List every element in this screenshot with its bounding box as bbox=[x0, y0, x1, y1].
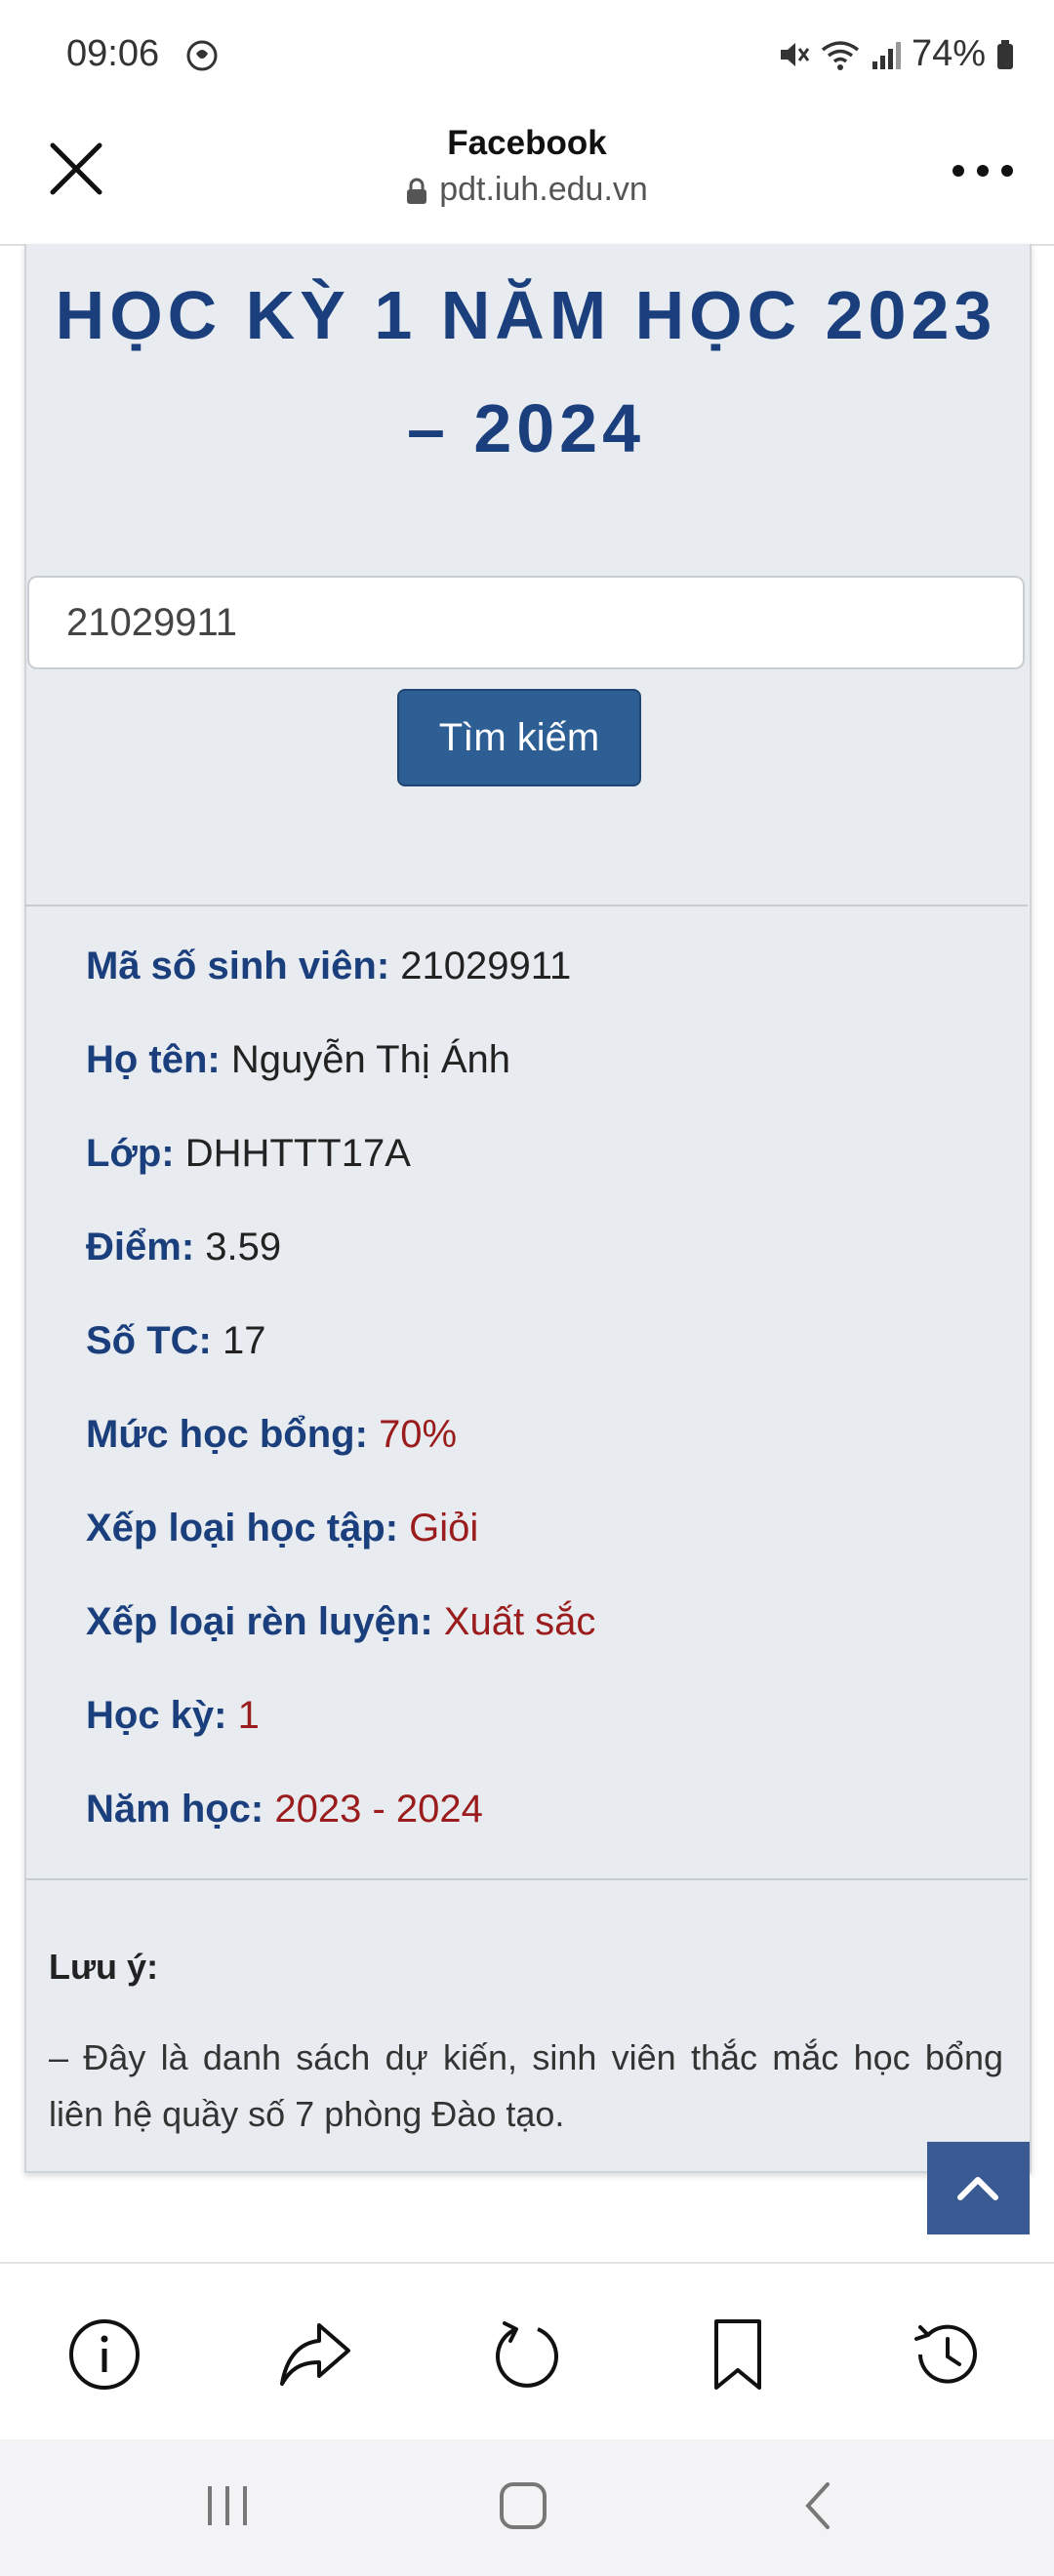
info-icon[interactable] bbox=[67, 2317, 142, 2392]
url-display[interactable]: pdt.iuh.edu.vn bbox=[0, 171, 1054, 209]
info-value: 17 bbox=[223, 1319, 266, 1362]
status-time: 09:06 bbox=[66, 33, 160, 74]
info-value: Nguyễn Thị Ánh bbox=[230, 1038, 511, 1081]
note-title: Lưu ý: bbox=[49, 1947, 159, 1987]
note-text: – Đây là danh sách dự kiến, sinh viên th… bbox=[49, 2037, 1003, 2134]
page-heading: HỌC KỲ 1 NĂM HỌC 2023 – 2024 bbox=[55, 277, 997, 466]
info-conduct-rank: Xếp loại rèn luyện: Xuất sắc bbox=[86, 1594, 1003, 1688]
info-school-year: Năm học: 2023 - 2024 bbox=[86, 1782, 1003, 1875]
share-icon[interactable] bbox=[278, 2317, 352, 2392]
info-label: Điểm: bbox=[86, 1226, 195, 1268]
divider bbox=[24, 905, 1028, 906]
info-credits: Số TC: 17 bbox=[86, 1313, 1003, 1407]
info-score: Điểm: 3.59 bbox=[86, 1220, 1003, 1313]
url-text: pdt.iuh.edu.vn bbox=[439, 171, 648, 208]
info-label: Học kỳ: bbox=[86, 1694, 227, 1737]
wifi-icon bbox=[821, 40, 860, 70]
history-icon[interactable] bbox=[911, 2317, 985, 2392]
chevron-up-icon bbox=[957, 2177, 998, 2200]
info-label: Mã số sinh viên: bbox=[86, 945, 390, 987]
info-academic-rank: Xếp loại học tập: Giỏi bbox=[86, 1501, 1003, 1594]
info-label: Xếp loại rèn luyện: bbox=[86, 1600, 433, 1643]
mute-icon bbox=[780, 42, 810, 66]
student-id-input[interactable] bbox=[27, 576, 1025, 669]
bookmark-icon[interactable] bbox=[701, 2317, 775, 2392]
info-label: Lớp: bbox=[86, 1132, 175, 1175]
status-indicators: 74% bbox=[777, 33, 1015, 75]
lock-icon bbox=[407, 178, 427, 205]
info-label: Số TC: bbox=[86, 1319, 212, 1362]
info-value: 70% bbox=[379, 1413, 458, 1456]
info-value: DHHTTT17A bbox=[184, 1132, 411, 1175]
focus-mode-icon bbox=[186, 40, 218, 71]
more-options-icon[interactable] bbox=[949, 151, 1017, 190]
info-value: 21029911 bbox=[400, 945, 572, 987]
recent-apps-icon[interactable] bbox=[200, 2478, 255, 2533]
info-value: Giỏi bbox=[409, 1507, 479, 1550]
status-bar: 09:06 74% bbox=[0, 0, 1054, 112]
scroll-to-top-button[interactable] bbox=[927, 2142, 1030, 2234]
browser-header: Facebook pdt.iuh.edu.vn bbox=[0, 112, 1054, 246]
battery-icon bbox=[997, 39, 1013, 69]
reload-icon[interactable] bbox=[489, 2317, 563, 2392]
system-nav-bar bbox=[0, 2439, 1054, 2576]
browser-toolbar bbox=[0, 2262, 1054, 2439]
search-button[interactable]: Tìm kiếm bbox=[397, 689, 641, 786]
info-label: Xếp loại học tập: bbox=[86, 1507, 399, 1550]
info-value: Xuất sắc bbox=[443, 1600, 596, 1643]
home-icon[interactable] bbox=[496, 2478, 550, 2533]
battery-level: 74% bbox=[911, 33, 986, 74]
info-value: 1 bbox=[237, 1694, 260, 1737]
student-info: Mã số sinh viên: 21029911 Họ tên: Nguyễn… bbox=[86, 939, 1003, 1875]
info-student-id: Mã số sinh viên: 21029911 bbox=[86, 939, 1003, 1032]
info-semester: Học kỳ: 1 bbox=[86, 1688, 1003, 1782]
signal-icon bbox=[872, 41, 901, 69]
info-label: Năm học: bbox=[86, 1788, 264, 1831]
info-label: Họ tên: bbox=[86, 1038, 221, 1081]
info-value: 2023 - 2024 bbox=[274, 1788, 483, 1831]
back-icon[interactable] bbox=[792, 2478, 847, 2533]
divider bbox=[24, 1878, 1028, 1880]
info-full-name: Họ tên: Nguyễn Thị Ánh bbox=[86, 1032, 1003, 1126]
browser-title: Facebook bbox=[447, 124, 607, 162]
info-class: Lớp: DHHTTT17A bbox=[86, 1126, 1003, 1220]
info-scholarship-level: Mức học bổng: 70% bbox=[86, 1407, 1003, 1501]
info-value: 3.59 bbox=[205, 1226, 282, 1268]
info-label: Mức học bổng: bbox=[86, 1413, 368, 1456]
